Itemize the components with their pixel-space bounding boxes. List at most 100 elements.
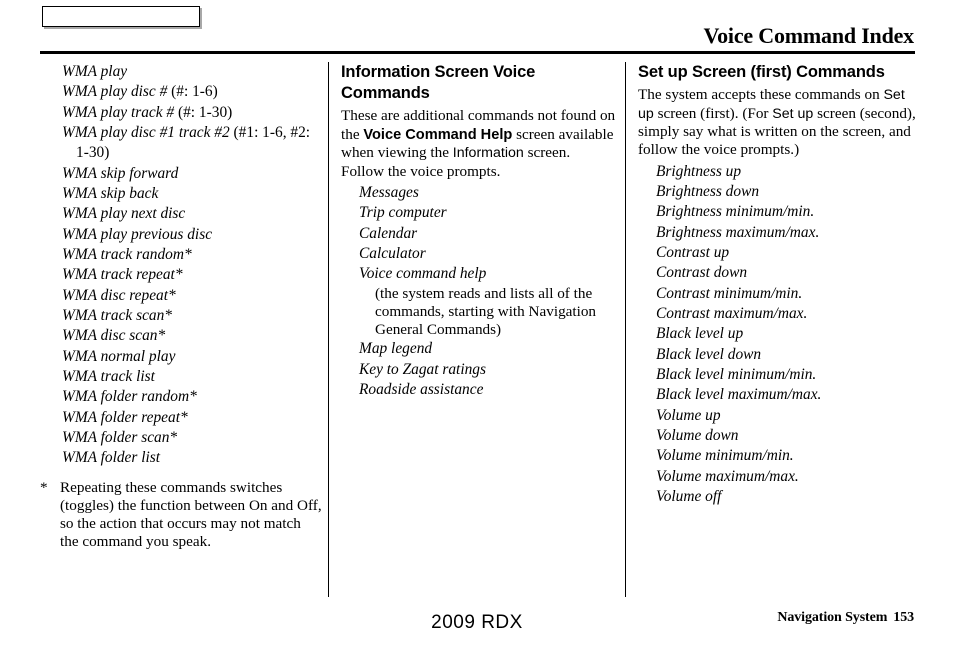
command-item: Brightness down: [638, 182, 923, 202]
intro-paragraph-information-screen: These are additional commands not found …: [341, 107, 616, 181]
command-label: Volume off: [656, 487, 722, 505]
header-divider-rule: [40, 51, 915, 54]
command-label: Volume up: [656, 406, 721, 424]
command-label: WMA skip back: [62, 184, 159, 202]
command-label: Contrast up: [656, 243, 730, 261]
command-item: Volume down: [638, 426, 923, 446]
command-label: WMA play previous disc: [62, 225, 213, 243]
command-label: Map legend: [359, 340, 433, 358]
command-label: WMA play next disc: [62, 205, 186, 223]
command-label: WMA track random*: [62, 245, 192, 263]
command-label: Brightness minimum/min.: [656, 203, 815, 221]
command-label: WMA track repeat*: [62, 266, 183, 284]
command-item: Brightness maximum/max.: [638, 223, 923, 243]
command-label: Messages: [359, 184, 419, 202]
command-item: Calculator: [341, 244, 616, 264]
command-label: Trip computer: [359, 204, 447, 222]
command-label: Brightness down: [656, 183, 760, 200]
intro-text-information: Information: [452, 145, 524, 162]
footer-section-name: Navigation System: [777, 610, 888, 625]
footer-section-and-page: Navigation System 153: [777, 610, 914, 626]
command-label: Black level minimum/min.: [656, 365, 817, 383]
command-label: WMA play: [62, 63, 128, 80]
command-item: WMA folder repeat*: [44, 408, 319, 428]
command-item: Black level down: [638, 345, 923, 365]
command-item: WMA disc repeat*: [44, 286, 319, 306]
command-item: Black level minimum/min.: [638, 365, 923, 385]
command-item: Contrast down: [638, 263, 923, 283]
command-item: Black level maximum/max.: [638, 385, 923, 405]
column-wma-commands: WMA play WMA play disc # (#: 1-6) WMA play…: [44, 62, 319, 469]
command-item: Brightness up: [638, 162, 923, 182]
column-divider-1: [328, 62, 329, 597]
command-item: Volume minimum/min.: [638, 446, 923, 466]
command-label: WMA folder list: [62, 449, 161, 467]
section-heading-setup-screen: Set up Screen (first) Commands: [638, 63, 885, 81]
command-label: WMA track list: [62, 367, 155, 385]
command-item: WMA folder random*: [44, 387, 319, 407]
command-label: WMA skip forward: [62, 164, 179, 182]
intro-paragraph-setup-screen: The system accepts these commands on Set…: [638, 86, 923, 160]
command-item: WMA normal play: [44, 347, 319, 367]
column-information-screen: Information Screen Voice Commands These …: [341, 62, 616, 400]
command-item: WMA disc scan*: [44, 326, 319, 346]
command-label: Calendar: [359, 224, 418, 242]
column-setup-screen: Set up Screen (first) Commands The syste…: [638, 62, 923, 507]
command-item: Contrast minimum/min.: [638, 284, 923, 304]
command-label: Voice command help: [359, 265, 487, 283]
section-heading-information-screen: Information Screen Voice Commands: [341, 63, 536, 103]
footer-page-number: 153: [893, 610, 914, 625]
command-item: WMA play disc # (#: 1-6): [44, 82, 319, 102]
command-label: Volume minimum/min.: [656, 447, 794, 465]
command-label: Key to Zagat ratings: [359, 360, 486, 378]
command-label: WMA play track #: [62, 103, 178, 121]
footnote-asterisk: *: [40, 479, 48, 496]
intro-text-set-up-2: Set up: [772, 105, 814, 122]
command-label: Roadside assistance: [359, 381, 484, 399]
command-item: Calendar: [341, 224, 616, 244]
command-item: Brightness minimum/min.: [638, 202, 923, 222]
intro-text-part1: The system accepts these commands on: [638, 86, 884, 104]
command-label: WMA folder random*: [62, 388, 197, 406]
footnote-text: Repeating these commands switches (toggl…: [60, 479, 322, 550]
command-label: Contrast minimum/min.: [656, 284, 803, 302]
command-range-note: (#: 1-6): [171, 83, 218, 101]
command-item: WMA track repeat*: [44, 265, 319, 285]
command-item: WMA play disc #1 track #2 (#1: 1-6, #2: …: [44, 123, 319, 164]
command-item: WMA track random*: [44, 245, 319, 265]
command-item: Volume off: [638, 487, 923, 507]
command-label: Black level up: [656, 325, 744, 343]
command-item: WMA play previous disc: [44, 225, 319, 245]
command-item: Messages: [341, 183, 616, 203]
command-item: Key to Zagat ratings: [341, 360, 616, 380]
command-item: WMA play: [44, 62, 319, 82]
information-command-list: Messages Trip computer Calendar Calculator V…: [341, 183, 616, 400]
command-item: Volume up: [638, 406, 923, 426]
column-divider-2: [625, 62, 626, 597]
command-item: WMA track scan*: [44, 306, 319, 326]
setup-command-list: Brightness up Brightness down Brightness m…: [638, 162, 923, 508]
command-item: WMA folder list: [44, 448, 319, 468]
command-label: Calculator: [359, 245, 426, 263]
command-item: Map legend: [341, 339, 616, 359]
footnote: * Repeating these commands switches (tog…: [40, 479, 322, 551]
command-item: WMA play next disc: [44, 204, 319, 224]
intro-text-part2: screen (first). (For: [653, 104, 773, 122]
command-item: Volume maximum/max.: [638, 467, 923, 487]
command-item: Black level up: [638, 324, 923, 344]
command-item: WMA skip forward: [44, 164, 319, 184]
command-item: Roadside assistance: [341, 380, 616, 400]
command-label: WMA normal play: [62, 347, 176, 365]
command-label: Brightness up: [656, 162, 742, 180]
command-item: WMA folder scan*: [44, 428, 319, 448]
command-label: WMA play disc #1 track #2: [62, 123, 234, 141]
command-item: WMA play track # (#: 1-30): [44, 103, 319, 123]
command-label: Contrast down: [656, 264, 748, 282]
command-item: Trip computer: [341, 203, 616, 223]
command-label: WMA disc scan*: [62, 327, 166, 345]
wma-command-list: WMA play WMA play disc # (#: 1-6) WMA play…: [44, 62, 319, 469]
command-item: Contrast up: [638, 243, 923, 263]
header-tab-box: [42, 6, 200, 27]
command-label: Brightness maximum/max.: [656, 223, 820, 241]
command-label: WMA play disc #: [62, 83, 172, 101]
